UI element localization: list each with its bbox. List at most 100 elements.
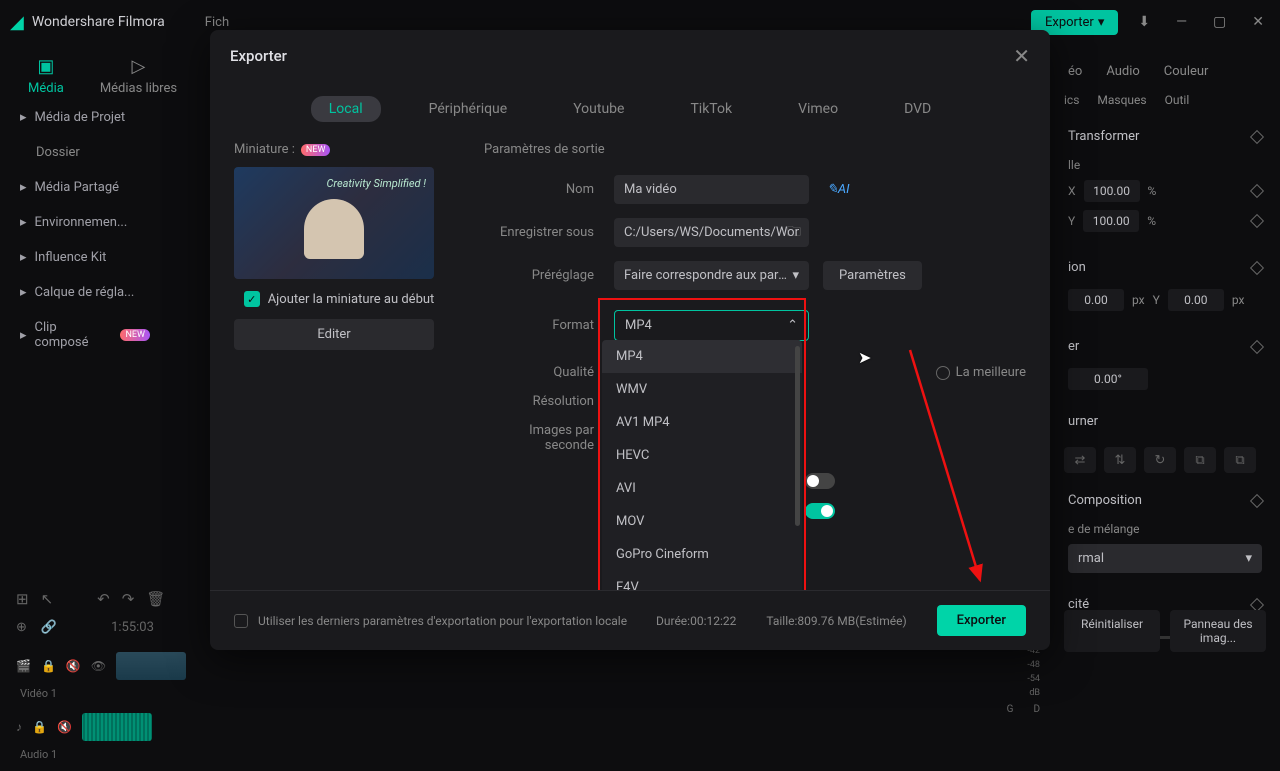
save-preset-button[interactable]: Panneau des imag... [1170, 610, 1266, 652]
pointer-icon[interactable]: ↖ [41, 590, 54, 608]
keyframe-icon[interactable] [1250, 184, 1264, 198]
maximize-button[interactable]: ▢ [1207, 14, 1232, 30]
tab-dvd[interactable]: DVD [886, 96, 949, 122]
panel-tab-video[interactable]: éo [1068, 64, 1082, 79]
tab-youtube[interactable]: Youtube [555, 96, 642, 122]
rotate-icon[interactable]: ↻ [1144, 447, 1176, 473]
add-thumbnail-checkbox[interactable]: ✓ Ajouter la miniature au début [234, 279, 444, 319]
flip-label: urner [1068, 414, 1098, 429]
sidebar-item-influence-kit[interactable]: ▸ Influence Kit [12, 240, 158, 275]
delete-icon[interactable]: 🗑 [146, 590, 165, 608]
keyframe-icon[interactable] [1250, 339, 1264, 353]
mute-icon[interactable]: 🔇 [66, 659, 81, 673]
export-modal: Exporter ✕ Local Périphérique Youtube Ti… [210, 30, 1050, 650]
format-select[interactable]: MP4 ⌃ [614, 310, 809, 341]
project-sidebar: ▸ Média de Projet Dossier ▸ Média Partag… [0, 100, 170, 360]
flip-v-icon[interactable]: ⇅ [1104, 447, 1136, 473]
format-option-av1[interactable]: AV1 MP4 [602, 406, 802, 439]
format-option-f4v[interactable]: F4V [602, 571, 802, 590]
keyframe-icon[interactable] [1250, 129, 1264, 143]
audio-track-icon[interactable]: ♪ [16, 720, 22, 734]
grid-icon[interactable]: ⊞ [16, 590, 29, 608]
lock-icon[interactable]: 🔒 [32, 720, 47, 734]
scale-x-input[interactable]: 100.00 [1084, 180, 1140, 202]
tab-media[interactable]: ▣ Média [20, 52, 72, 100]
visibility-icon[interactable]: 👁 [91, 659, 106, 673]
flip-h-icon[interactable]: ⇄ [1064, 447, 1096, 473]
tab-free-media[interactable]: ▷ Médias libres [92, 52, 185, 100]
close-button[interactable]: ✕ [1246, 14, 1270, 30]
sidebar-item-environment[interactable]: ▸ Environnemen... [12, 205, 158, 240]
scale-y-input[interactable]: 100.00 [1083, 210, 1139, 232]
close-icon[interactable]: ✕ [1013, 44, 1030, 68]
sidebar-item-folder[interactable]: Dossier [12, 135, 158, 170]
preset-select[interactable]: Faire correspondre aux paramètres▾ [614, 261, 809, 290]
download-icon[interactable]: ⬇ [1132, 14, 1156, 30]
keyframe-icon[interactable] [1250, 260, 1264, 274]
format-option-mp4[interactable]: MP4 [602, 340, 802, 373]
tab-vimeo[interactable]: Vimeo [780, 96, 856, 122]
composition-section[interactable]: Composition [1068, 493, 1142, 508]
panel-tab-audio[interactable]: Audio [1106, 64, 1139, 79]
sidebar-item-compound-clip[interactable]: ▸ Clip composé NEW [12, 310, 158, 360]
format-option-gopro[interactable]: GoPro Cineform [602, 538, 802, 571]
format-option-avi[interactable]: AVI [602, 472, 802, 505]
chevron-up-icon: ⌃ [787, 318, 798, 333]
redo-icon[interactable]: ↷ [122, 590, 135, 608]
edit-button[interactable]: Editer [234, 319, 434, 350]
export-button[interactable]: Exporter [937, 605, 1026, 636]
sidebar-item-project-media[interactable]: ▸ Média de Projet [12, 100, 158, 135]
audio-clip[interactable] [82, 713, 152, 741]
folder-icon[interactable]: 🗀 [787, 221, 801, 245]
subtab-basics[interactable]: ics [1064, 93, 1079, 107]
panel-tab-color[interactable]: Couleur [1164, 64, 1209, 79]
save-to-label: Enregistrer sous [484, 225, 614, 240]
sidebar-item-shared-media[interactable]: ▸ Média Partagé [12, 170, 158, 205]
name-input[interactable] [614, 175, 809, 204]
paste-icon[interactable]: ⧉ [1224, 447, 1256, 473]
ai-icon[interactable]: ✎AI [827, 182, 850, 197]
tab-tiktok[interactable]: TikTok [672, 96, 750, 122]
undo-icon[interactable]: ↶ [97, 590, 110, 608]
tab-local[interactable]: Local [311, 96, 381, 122]
subtab-masks[interactable]: Masques [1097, 93, 1146, 107]
format-option-hevc[interactable]: HEVC [602, 439, 802, 472]
marker-icon[interactable]: ⊕ [16, 620, 27, 635]
blend-label: e de mélange [1064, 518, 1266, 540]
video-clip[interactable] [116, 652, 186, 680]
fps-label: Images par seconde [484, 423, 614, 453]
save-path-input[interactable] [614, 218, 809, 247]
lock-icon[interactable]: 🔒 [41, 659, 56, 673]
toggle-2[interactable] [805, 503, 835, 519]
mute-icon[interactable]: 🔇 [57, 720, 72, 734]
pos-x-input[interactable]: 0.00 [1068, 289, 1124, 311]
copy-icon[interactable]: ⧉ [1184, 447, 1216, 473]
rotation-input[interactable]: 0.00° [1068, 368, 1148, 390]
keyframe-icon[interactable] [1250, 214, 1264, 228]
minimize-button[interactable]: — [1170, 14, 1193, 30]
pos-y-input[interactable]: 0.00 [1168, 289, 1224, 311]
menu-item[interactable]: Fich [205, 15, 229, 30]
app-name: Wondershare Filmora [32, 14, 165, 30]
blend-mode-select[interactable]: rmal▾ [1068, 544, 1262, 573]
chevron-down-icon: ▾ [1245, 551, 1252, 566]
cloud-icon: ▷ [132, 56, 146, 77]
reset-button[interactable]: Réinitialiser [1064, 610, 1160, 652]
scrollbar[interactable] [795, 346, 800, 526]
quality-best-radio[interactable]: La meilleure [936, 365, 1026, 380]
tab-device[interactable]: Périphérique [411, 96, 526, 122]
parameters-button[interactable]: Paramètres [823, 261, 922, 290]
toggle-1[interactable] [805, 473, 835, 489]
sidebar-item-adjustment-layer[interactable]: ▸ Calque de régla... [12, 275, 158, 310]
export-tabs: Local Périphérique Youtube TikTok Vimeo … [210, 82, 1050, 142]
format-option-wmv[interactable]: WMV [602, 373, 802, 406]
rotate-label: er [1068, 339, 1079, 354]
use-last-params-checkbox[interactable] [234, 614, 248, 628]
keyframe-icon[interactable] [1250, 493, 1264, 507]
subtab-tools[interactable]: Outil [1165, 93, 1190, 107]
transform-section[interactable]: Transformer [1068, 129, 1139, 144]
video-track-icon[interactable]: 🎬 [16, 659, 31, 673]
link-icon[interactable]: 🔗 [41, 620, 57, 635]
format-option-mov[interactable]: MOV [602, 505, 802, 538]
thumbnail-preview[interactable]: Creativity Simplified ! [234, 167, 434, 279]
